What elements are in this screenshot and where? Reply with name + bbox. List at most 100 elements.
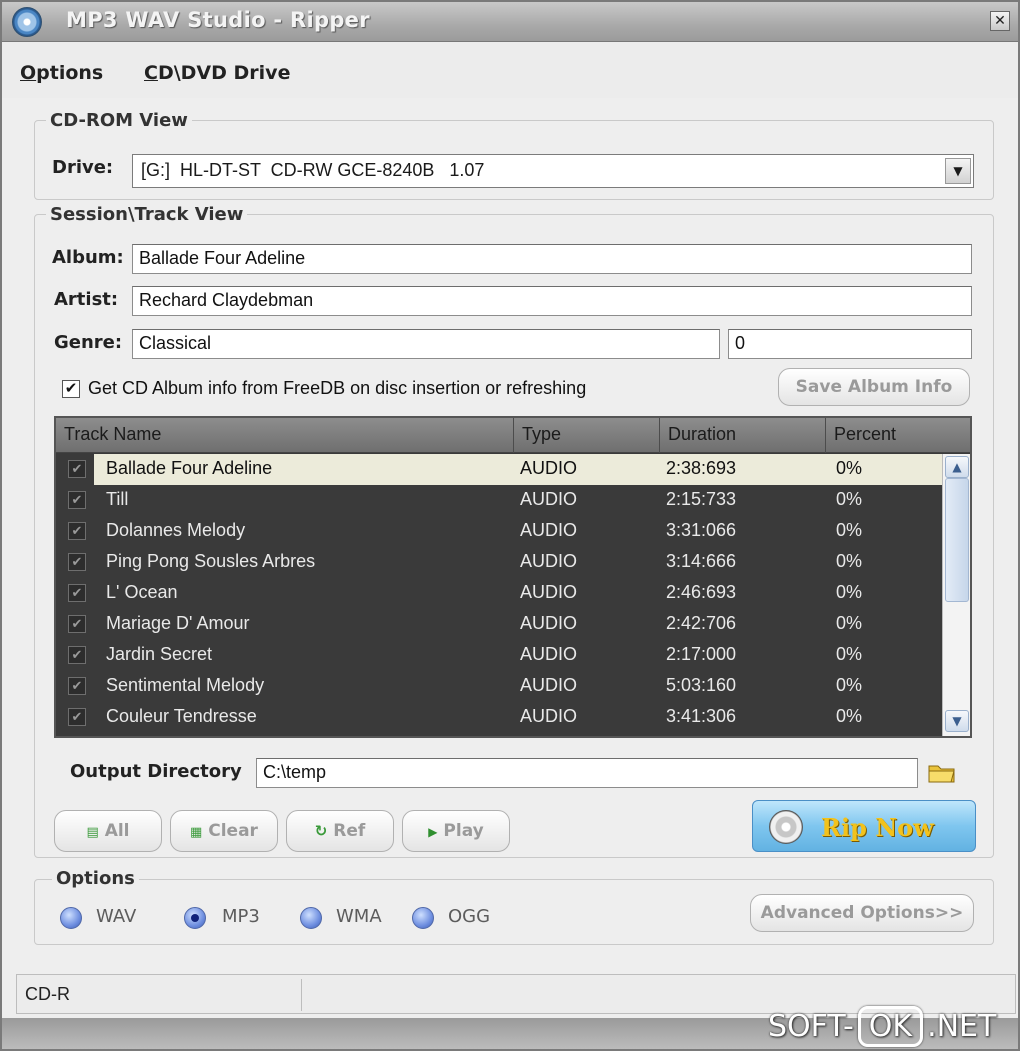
track-scrollbar[interactable]: ▲ ▼ bbox=[942, 454, 970, 736]
track-duration-cell: 2:42:706 bbox=[666, 613, 737, 633]
album-field[interactable]: Ballade Four Adeline bbox=[132, 244, 972, 274]
track-duration-cell: 3:41:306 bbox=[666, 706, 737, 726]
play-button[interactable]: ▶ Play bbox=[402, 810, 510, 852]
track-type-cell: AUDIO bbox=[520, 458, 578, 478]
clear-icon: ▦ bbox=[190, 825, 203, 840]
track-type-cell: AUDIO bbox=[520, 675, 578, 695]
watermark-left: SOFT- bbox=[768, 1009, 854, 1044]
cdrom-view-title: CD-ROM View bbox=[46, 110, 192, 131]
scroll-up-icon[interactable]: ▲ bbox=[945, 456, 969, 478]
mp3-radio[interactable] bbox=[184, 907, 206, 929]
track-checkbox[interactable]: ✔ bbox=[68, 708, 86, 726]
track-checkbox[interactable]: ✔ bbox=[68, 460, 86, 478]
disc-type-status: CD-R bbox=[25, 984, 70, 1004]
wma-radio[interactable] bbox=[300, 907, 322, 929]
freedb-checkbox[interactable]: ✔ bbox=[62, 380, 80, 398]
column-type[interactable]: Type bbox=[514, 418, 660, 453]
track-percent-cell: 0% bbox=[836, 489, 863, 509]
select-all-button[interactable]: ▤ All bbox=[54, 810, 162, 852]
window-title: MP3 WAV Studio - Ripper bbox=[66, 8, 370, 32]
ogg-radio[interactable] bbox=[412, 907, 434, 929]
genre-field[interactable]: Classical bbox=[132, 329, 720, 359]
drive-select[interactable]: [G:] HL-DT-ST CD-RW GCE-8240B 1.07 ▼ bbox=[132, 154, 974, 188]
track-duration-cell: 2:17:000 bbox=[666, 644, 737, 664]
track-checkbox[interactable]: ✔ bbox=[68, 615, 86, 633]
play-icon: ▶ bbox=[428, 825, 438, 839]
output-directory-field[interactable]: C:\temp bbox=[256, 758, 918, 788]
wav-radio[interactable] bbox=[60, 907, 82, 929]
status-divider bbox=[301, 979, 302, 1011]
track-checkbox[interactable]: ✔ bbox=[68, 584, 86, 602]
refresh-label: Ref bbox=[333, 821, 366, 841]
column-percent[interactable]: Percent bbox=[826, 418, 970, 453]
track-percent-cell: 0% bbox=[836, 551, 863, 571]
drive-label: Drive: bbox=[52, 157, 114, 178]
track-percent-cell: 0% bbox=[836, 675, 863, 695]
album-label: Album: bbox=[52, 247, 124, 268]
refresh-button[interactable]: ↻ Ref bbox=[286, 810, 394, 852]
track-checkbox[interactable]: ✔ bbox=[68, 553, 86, 571]
track-type-cell: AUDIO bbox=[520, 582, 578, 602]
track-name-cell: Mariage D' Amour bbox=[106, 613, 250, 633]
rip-now-label: Rip Now bbox=[821, 813, 934, 842]
menu-options-accel: O bbox=[20, 62, 37, 84]
table-row[interactable]: ✔ Till AUDIO 2:15:733 0% bbox=[56, 485, 942, 516]
track-name-cell: Ballade Four Adeline bbox=[106, 458, 273, 478]
scroll-thumb[interactable] bbox=[945, 478, 969, 602]
save-album-info-button[interactable]: Save Album Info bbox=[778, 368, 970, 406]
wav-radio-label: WAV bbox=[96, 906, 137, 927]
clear-button[interactable]: ▦ Clear bbox=[170, 810, 278, 852]
table-row[interactable]: ✔ L' Ocean AUDIO 2:46:693 0% bbox=[56, 578, 942, 609]
track-checkbox[interactable]: ✔ bbox=[68, 491, 86, 509]
table-row[interactable]: ✔ Ping Pong Sousles Arbres AUDIO 3:14:666 0% bbox=[56, 547, 942, 578]
artist-field[interactable]: Rechard Claydebman bbox=[132, 286, 972, 316]
menu-options-rest: ptions bbox=[36, 62, 104, 84]
track-percent-cell: 0% bbox=[836, 458, 863, 478]
folder-icon[interactable] bbox=[928, 762, 956, 784]
track-percent-cell: 0% bbox=[836, 706, 863, 726]
refresh-icon: ↻ bbox=[314, 822, 328, 840]
table-row[interactable]: ✔ Ballade Four Adeline AUDIO 2:38:693 0% bbox=[56, 454, 942, 485]
track-name-cell: Till bbox=[106, 489, 129, 509]
cd-disc-icon bbox=[769, 810, 803, 844]
track-checkbox[interactable]: ✔ bbox=[68, 677, 86, 695]
menu-options[interactable]: Options bbox=[20, 62, 103, 84]
track-checkbox[interactable]: ✔ bbox=[68, 522, 86, 540]
table-row[interactable]: ✔ Couleur Tendresse AUDIO 3:41:306 0% bbox=[56, 702, 942, 733]
table-row[interactable]: ✔ Dolannes Melody AUDIO 3:31:066 0% bbox=[56, 516, 942, 547]
play-label: Play bbox=[443, 821, 484, 841]
table-row[interactable]: ✔ Mariage D' Amour AUDIO 2:42:706 0% bbox=[56, 609, 942, 640]
column-duration[interactable]: Duration bbox=[660, 418, 826, 453]
chevron-down-icon[interactable]: ▼ bbox=[945, 158, 971, 184]
options-title: Options bbox=[52, 868, 139, 889]
track-name-cell: Dolannes Melody bbox=[106, 520, 246, 540]
track-checkbox[interactable]: ✔ bbox=[68, 646, 86, 664]
rip-now-button[interactable]: Rip Now bbox=[752, 800, 976, 852]
track-duration-cell: 3:14:666 bbox=[666, 551, 737, 571]
track-duration-cell: 5:03:160 bbox=[666, 675, 737, 695]
genre-id-field[interactable]: 0 bbox=[728, 329, 972, 359]
track-type-cell: AUDIO bbox=[520, 613, 578, 633]
title-bar[interactable]: MP3 WAV Studio - Ripper ✕ bbox=[2, 2, 1018, 42]
select-all-label: All bbox=[104, 821, 130, 841]
menu-drive-accel: C bbox=[144, 62, 158, 84]
track-type-cell: AUDIO bbox=[520, 489, 578, 509]
track-name-cell: Ping Pong Sousles Arbres bbox=[106, 551, 316, 571]
track-table: Track Name Type Duration Percent ✔ Ballad… bbox=[54, 416, 972, 738]
column-track-name[interactable]: Track Name bbox=[56, 418, 514, 453]
track-type-cell: AUDIO bbox=[520, 551, 578, 571]
menu-cd-dvd-drive[interactable]: CD\DVD Drive bbox=[144, 62, 290, 84]
close-button[interactable]: ✕ bbox=[990, 11, 1010, 31]
track-name-cell: Sentimental Melody bbox=[106, 675, 265, 695]
table-row[interactable]: ✔ Sentimental Melody AUDIO 5:03:160 0% bbox=[56, 671, 942, 702]
table-row[interactable]: ✔ Jardin Secret AUDIO 2:17:000 0% bbox=[56, 640, 942, 671]
track-duration-cell: 3:31:066 bbox=[666, 520, 737, 540]
clear-label: Clear bbox=[208, 821, 258, 841]
advanced-options-button[interactable]: Advanced Options>> bbox=[750, 894, 974, 932]
track-type-cell: AUDIO bbox=[520, 520, 578, 540]
scroll-down-icon[interactable]: ▼ bbox=[945, 710, 969, 732]
freedb-option-label: Get CD Album info from FreeDB on disc in… bbox=[88, 378, 587, 398]
track-percent-cell: 0% bbox=[836, 520, 863, 540]
genre-label: Genre: bbox=[54, 332, 123, 353]
artist-label: Artist: bbox=[54, 289, 119, 310]
